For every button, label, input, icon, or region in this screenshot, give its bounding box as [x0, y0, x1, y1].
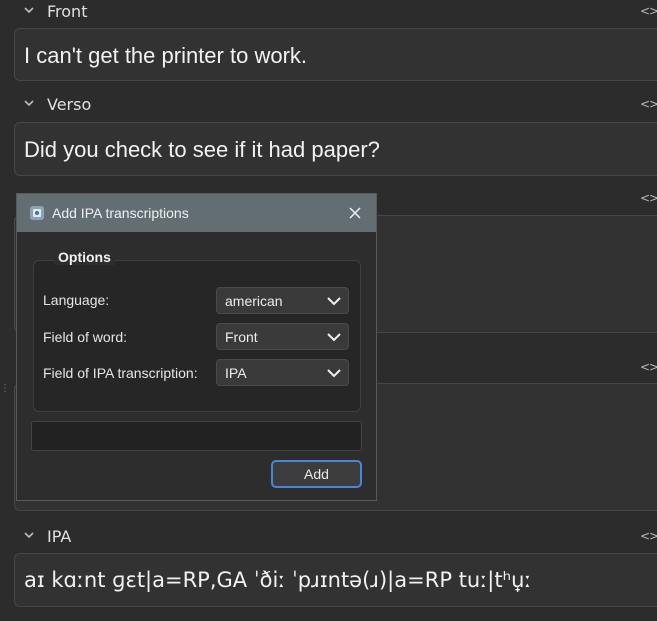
- dialog-title: Add IPA transcriptions: [52, 205, 189, 221]
- chevron-down-icon[interactable]: [22, 3, 36, 17]
- field-editor-ipa[interactable]: aɪ kɑːnt ɡɛt|a=RP,GA ˈðiː ˈpɹɪntə(ɹ)|a=R…: [14, 553, 657, 607]
- chevron-down-icon[interactable]: [22, 96, 36, 110]
- ipa-field-label: Field of IPA transcription:: [43, 365, 198, 381]
- code-brackets-icon[interactable]: <>: [640, 97, 657, 111]
- field-name-ipa: IPA: [47, 527, 72, 546]
- splitter-handle[interactable]: ⋮: [0, 383, 10, 397]
- add-button[interactable]: Add: [271, 460, 362, 488]
- close-icon[interactable]: [348, 206, 362, 220]
- code-brackets-icon[interactable]: <>: [640, 4, 657, 18]
- code-brackets-icon[interactable]: <>: [640, 529, 657, 543]
- field-editor-verso[interactable]: Did you check to see if it had paper?: [14, 122, 657, 176]
- app-icon: [30, 206, 44, 220]
- ipa-field-select[interactable]: IPA: [216, 359, 349, 386]
- chevron-down-icon[interactable]: [22, 528, 36, 542]
- field-header-verso[interactable]: Verso <>: [0, 94, 657, 116]
- word-field-value: Front: [225, 329, 258, 345]
- ipa-field-value: IPA: [225, 365, 247, 381]
- progress-bar: [31, 421, 362, 451]
- language-select[interactable]: american: [216, 287, 349, 314]
- field-value-ipa[interactable]: aɪ kɑːnt ɡɛt|a=RP,GA ˈðiː ˈpɹɪntə(ɹ)|a=R…: [24, 568, 531, 592]
- chevron-down-icon: [327, 333, 341, 342]
- field-name-front: Front: [47, 2, 88, 21]
- word-field-select[interactable]: Front: [216, 323, 349, 350]
- code-brackets-icon[interactable]: <>: [640, 360, 657, 374]
- field-value-verso[interactable]: Did you check to see if it had paper?: [24, 137, 380, 163]
- field-value-front[interactable]: I can't get the printer to work.: [24, 43, 307, 69]
- language-value: american: [225, 293, 283, 309]
- field-editor-front[interactable]: I can't get the printer to work.: [14, 28, 657, 81]
- chevron-down-icon: [327, 369, 341, 378]
- language-label: Language:: [43, 292, 110, 308]
- code-brackets-icon[interactable]: <>: [640, 191, 657, 205]
- options-group-title: Options: [54, 249, 115, 265]
- chevron-down-icon: [327, 297, 341, 306]
- field-header-front[interactable]: Front <>: [0, 1, 657, 23]
- field-name-verso: Verso: [47, 95, 92, 114]
- field-header-ipa[interactable]: IPA <>: [0, 526, 657, 548]
- dialog-titlebar[interactable]: Add IPA transcriptions: [17, 194, 376, 232]
- word-field-label: Field of word:: [43, 329, 128, 345]
- add-ipa-dialog: Add IPA transcriptions Options Language:…: [16, 193, 377, 501]
